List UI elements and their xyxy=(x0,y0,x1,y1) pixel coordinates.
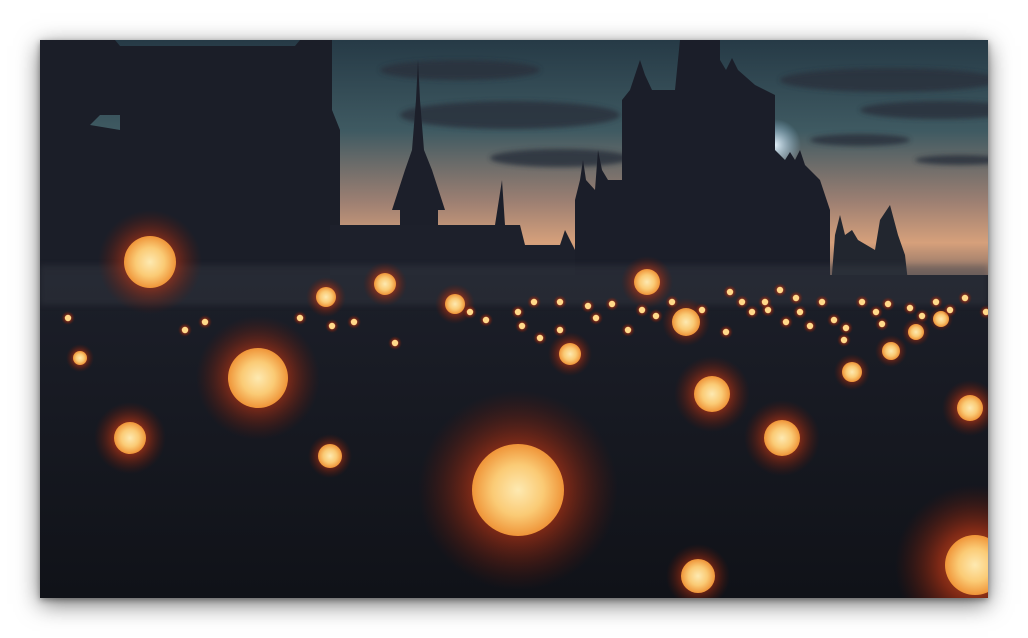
lantern xyxy=(228,348,288,408)
lantern xyxy=(764,420,800,456)
lantern xyxy=(918,312,926,320)
lantern xyxy=(518,322,526,330)
lantern xyxy=(858,298,866,306)
lantern xyxy=(932,298,940,306)
lantern xyxy=(884,300,892,308)
lantern xyxy=(681,559,715,593)
lantern xyxy=(842,324,850,332)
lantern xyxy=(472,444,564,536)
lantern xyxy=(124,236,176,288)
lantern xyxy=(316,287,336,307)
scene-image xyxy=(40,40,988,598)
lantern xyxy=(776,286,784,294)
lantern xyxy=(842,362,862,382)
lantern xyxy=(906,304,914,312)
lantern xyxy=(961,294,969,302)
lantern xyxy=(350,318,358,326)
lantern xyxy=(624,326,632,334)
lantern xyxy=(318,444,342,468)
lantern xyxy=(181,326,189,334)
lantern xyxy=(840,336,848,344)
lantern xyxy=(201,318,209,326)
lantern xyxy=(748,308,756,316)
lantern xyxy=(806,322,814,330)
lantern xyxy=(946,306,954,314)
lantern xyxy=(584,302,592,310)
lantern xyxy=(792,294,800,302)
lantern xyxy=(592,314,600,322)
lantern xyxy=(957,395,983,421)
lantern xyxy=(878,320,886,328)
lantern xyxy=(694,376,730,412)
lantern xyxy=(514,308,522,316)
lantern xyxy=(738,298,746,306)
lantern xyxy=(391,339,399,347)
lantern xyxy=(445,294,465,314)
lantern xyxy=(796,308,804,316)
lantern xyxy=(466,308,474,316)
lantern xyxy=(114,422,146,454)
lantern xyxy=(328,322,336,330)
lantern xyxy=(296,314,304,322)
lantern xyxy=(536,334,544,342)
lantern xyxy=(722,328,730,336)
lantern xyxy=(782,318,790,326)
lantern xyxy=(530,298,538,306)
lantern xyxy=(556,326,564,334)
lantern xyxy=(482,316,490,324)
framed-photo xyxy=(40,40,988,598)
lantern xyxy=(73,351,87,365)
lantern xyxy=(556,298,564,306)
lantern xyxy=(698,306,706,314)
page xyxy=(0,0,1028,638)
lantern xyxy=(908,324,924,340)
lantern xyxy=(64,314,72,322)
lantern xyxy=(726,288,734,296)
lantern xyxy=(830,316,838,324)
lantern xyxy=(668,298,676,306)
lantern xyxy=(872,308,880,316)
lantern xyxy=(761,298,769,306)
lantern xyxy=(559,343,581,365)
lantern xyxy=(374,273,396,295)
lantern xyxy=(818,298,826,306)
lantern xyxy=(638,306,646,314)
lantern xyxy=(634,269,660,295)
lantern xyxy=(652,312,660,320)
lantern xyxy=(608,300,616,308)
lantern xyxy=(882,342,900,360)
